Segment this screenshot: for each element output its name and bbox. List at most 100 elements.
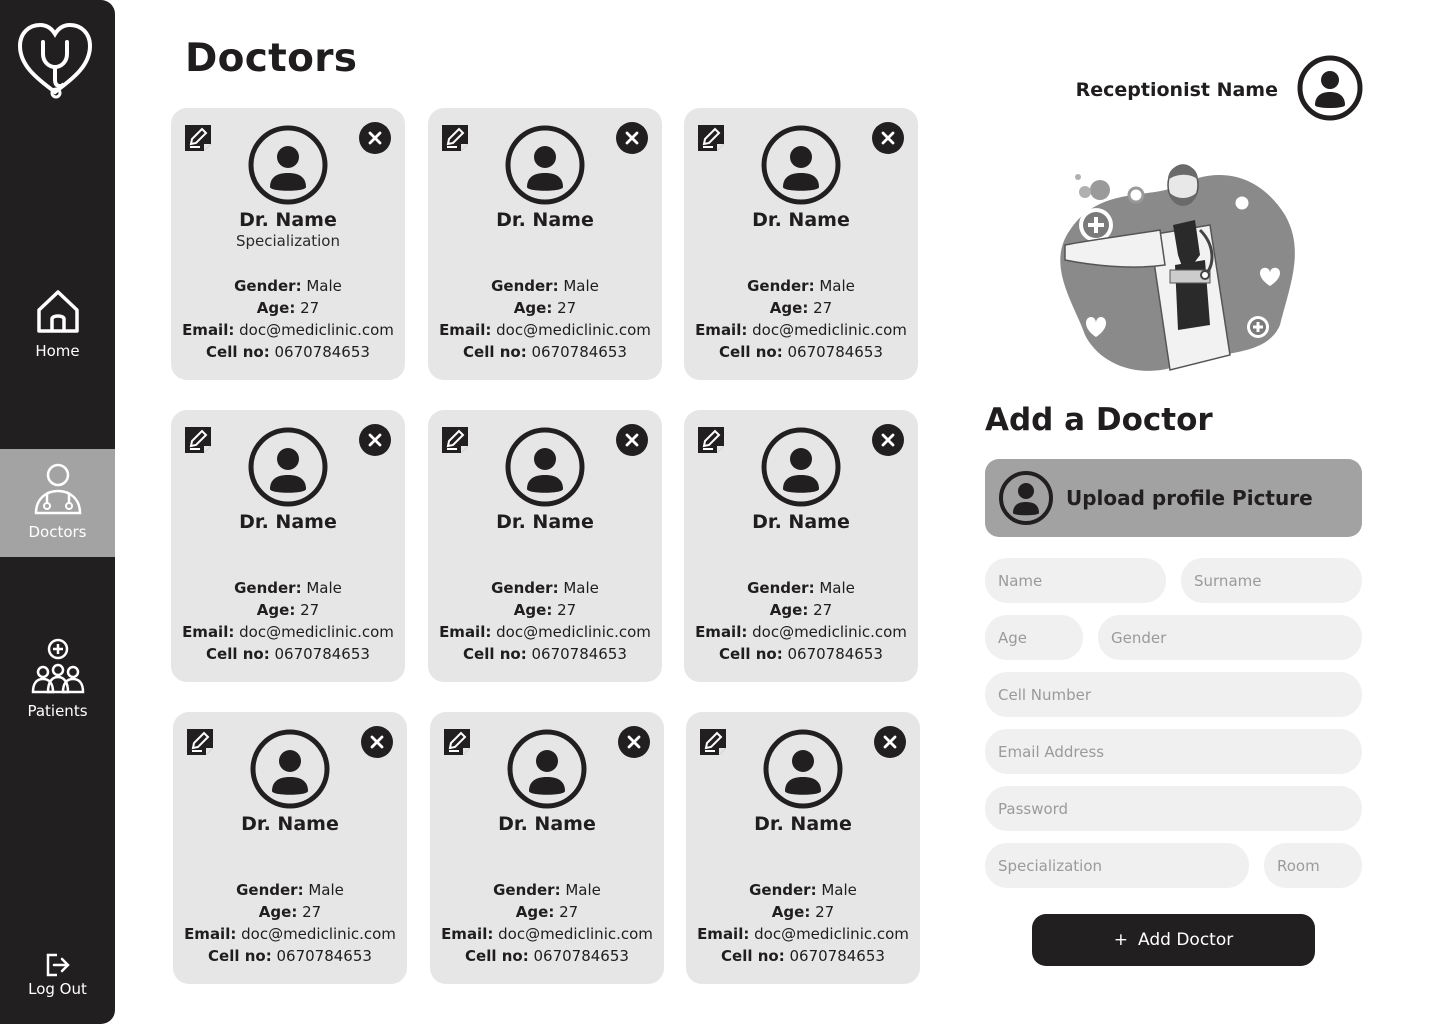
doctor-avatar-icon xyxy=(505,427,585,507)
doctor-card: Dr. Name Gender: Male Age: 27 Email: doc… xyxy=(686,712,920,984)
doctor-cell: 0670784653 xyxy=(533,947,629,965)
doctor-age: 27 xyxy=(813,299,833,317)
edit-icon[interactable] xyxy=(182,122,214,154)
cell-label: Cell no: xyxy=(465,947,529,965)
email-label: Email: xyxy=(184,925,237,943)
age-label: Age: xyxy=(513,601,553,619)
delete-icon[interactable] xyxy=(361,726,393,758)
doctor-cell: 0670784653 xyxy=(789,947,885,965)
password-field[interactable] xyxy=(985,786,1362,831)
add-doctor-button[interactable]: + Add Doctor xyxy=(1032,914,1315,966)
doctor-card: Dr. Name Gender: Male Age: 27 Email: doc… xyxy=(428,108,662,380)
doctor-email: doc@mediclinic.com xyxy=(496,321,651,339)
sidebar-item-label: Doctors xyxy=(28,523,87,541)
doctor-name: Dr. Name xyxy=(241,813,339,835)
email-label: Email: xyxy=(182,321,235,339)
gender-label: Gender: xyxy=(234,579,302,597)
sidebar-item-doctors[interactable]: Doctors xyxy=(0,449,115,557)
receptionist-avatar-icon[interactable] xyxy=(1297,55,1363,121)
doctor-cell: 0670784653 xyxy=(274,343,370,361)
doctor-cell: 0670784653 xyxy=(531,343,627,361)
doctor-gender: Male xyxy=(306,277,342,295)
edit-icon[interactable] xyxy=(695,122,727,154)
doctor-info: Gender: Male Age: 27 Email: doc@mediclin… xyxy=(686,879,920,967)
doctor-cell: 0670784653 xyxy=(274,645,370,663)
heart-stethoscope-logo-icon xyxy=(17,22,93,99)
surname-field[interactable] xyxy=(1181,558,1362,603)
gender-label: Gender: xyxy=(236,881,304,899)
doctor-email: doc@mediclinic.com xyxy=(241,925,396,943)
doctor-card: Dr. Name Gender: Male Age: 27 Email: doc… xyxy=(430,712,664,984)
doctor-email: doc@mediclinic.com xyxy=(754,925,909,943)
sidebar-item-patients[interactable]: Patients xyxy=(0,638,115,730)
doctor-name: Dr. Name xyxy=(239,511,337,533)
logout-label: Log Out xyxy=(28,980,87,998)
doctor-name: Dr. Name xyxy=(754,813,852,835)
gender-label: Gender: xyxy=(747,579,815,597)
cell-label: Cell no: xyxy=(206,645,270,663)
doctor-avatar-icon xyxy=(505,125,585,205)
doctor-age: 27 xyxy=(300,299,320,317)
edit-icon[interactable] xyxy=(184,726,216,758)
doctor-info: Gender: Male Age: 27 Email: doc@mediclin… xyxy=(684,577,918,665)
doctor-gender: Male xyxy=(821,881,857,899)
age-field[interactable] xyxy=(985,615,1083,660)
doctor-avatar-icon xyxy=(763,729,843,809)
doctor-info: Gender: Male Age: 27 Email: doc@mediclin… xyxy=(173,879,407,967)
age-label: Age: xyxy=(769,299,809,317)
cell-label: Cell no: xyxy=(463,343,527,361)
email-label: Email: xyxy=(439,321,492,339)
edit-icon[interactable] xyxy=(697,726,729,758)
doctor-email: doc@mediclinic.com xyxy=(752,321,907,339)
doctor-info: Gender: Male Age: 27 Email: doc@mediclin… xyxy=(428,577,662,665)
sidebar-item-label: Patients xyxy=(27,702,88,720)
delete-icon[interactable] xyxy=(618,726,650,758)
delete-icon[interactable] xyxy=(872,424,904,456)
page-title: Doctors xyxy=(185,36,358,81)
patients-icon xyxy=(31,638,84,694)
edit-icon[interactable] xyxy=(439,122,471,154)
edit-icon[interactable] xyxy=(182,424,214,456)
room-field[interactable] xyxy=(1264,843,1362,888)
email-label: Email: xyxy=(695,623,748,641)
name-field[interactable] xyxy=(985,558,1166,603)
doctor-card: Dr. Name Gender: Male Age: 27 Email: doc… xyxy=(684,410,918,682)
doctor-gender: Male xyxy=(563,579,599,597)
doctor-age: 27 xyxy=(813,601,833,619)
doctor-email: doc@mediclinic.com xyxy=(498,925,653,943)
delete-icon[interactable] xyxy=(616,122,648,154)
doctor-card: Dr. Name Gender: Male Age: 27 Email: doc… xyxy=(684,108,918,380)
logout-icon xyxy=(46,953,70,977)
age-label: Age: xyxy=(513,299,553,317)
doctor-gender: Male xyxy=(819,277,855,295)
doctor-email: doc@mediclinic.com xyxy=(239,623,394,641)
doctor-name: Dr. Name xyxy=(239,209,337,231)
logout-button[interactable]: Log Out xyxy=(0,952,115,1002)
cell-number-field[interactable] xyxy=(985,672,1362,717)
email-field[interactable] xyxy=(985,729,1362,774)
delete-icon[interactable] xyxy=(359,122,391,154)
delete-icon[interactable] xyxy=(874,726,906,758)
edit-icon[interactable] xyxy=(695,424,727,456)
specialization-field[interactable] xyxy=(985,843,1249,888)
edit-icon[interactable] xyxy=(441,726,473,758)
cell-label: Cell no: xyxy=(208,947,272,965)
doctor-info: Gender: Male Age: 27 Email: doc@mediclin… xyxy=(684,275,918,363)
edit-icon[interactable] xyxy=(439,424,471,456)
upload-profile-picture-button[interactable]: Upload profile Picture xyxy=(985,459,1362,537)
gender-field[interactable] xyxy=(1098,615,1362,660)
sidebar-item-home[interactable]: Home xyxy=(0,288,115,378)
delete-icon[interactable] xyxy=(616,424,648,456)
gender-label: Gender: xyxy=(491,579,559,597)
doctor-gender: Male xyxy=(565,881,601,899)
delete-icon[interactable] xyxy=(359,424,391,456)
cell-label: Cell no: xyxy=(719,645,783,663)
delete-icon[interactable] xyxy=(872,122,904,154)
age-label: Age: xyxy=(771,903,811,921)
doctor-cell: 0670784653 xyxy=(531,645,627,663)
doctor-gender: Male xyxy=(306,579,342,597)
doctor-gender: Male xyxy=(819,579,855,597)
doctor-specialization: Specialization xyxy=(235,232,340,250)
add-doctor-label: Add Doctor xyxy=(1138,930,1234,950)
doctor-avatar-icon xyxy=(761,125,841,205)
